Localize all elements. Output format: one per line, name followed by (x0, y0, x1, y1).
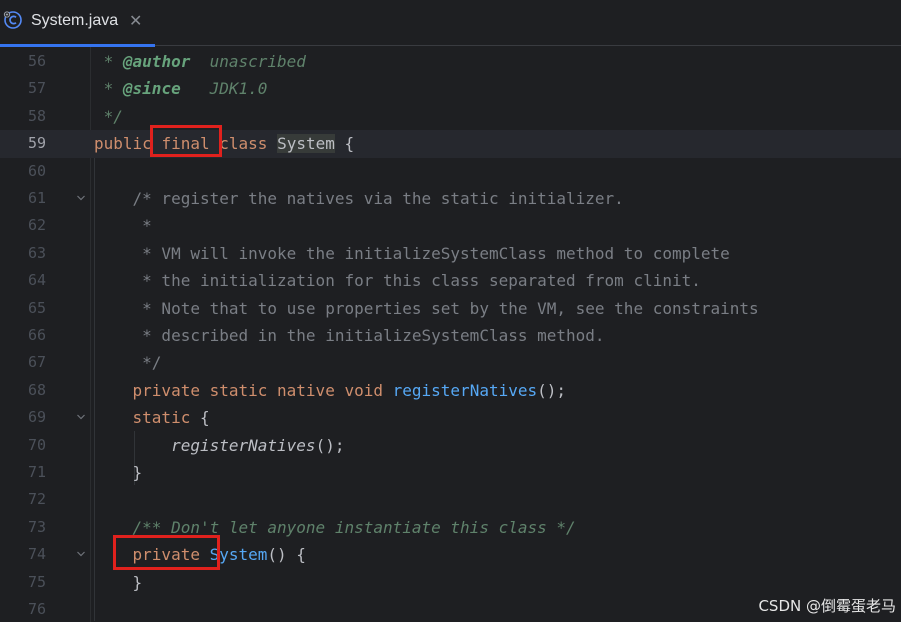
code-line: 72 (0, 486, 901, 513)
code-text: /* register the natives via the static i… (94, 189, 624, 208)
code-line: 60 (0, 158, 901, 185)
code-line: 66 * described in the initializeSystemCl… (0, 322, 901, 349)
line-number: 56 (27, 52, 46, 70)
code-line: 56 * @author unascribed (0, 48, 901, 75)
code-line: 58 */ (0, 103, 901, 130)
code-text: } (132, 572, 143, 592)
line-number: 61 (27, 189, 46, 207)
line-number: 72 (27, 490, 46, 509)
code-text: * (94, 216, 152, 236)
code-line: 71 } (0, 459, 901, 486)
java-class-icon (3, 11, 22, 29)
line-number: 63 (27, 243, 46, 262)
code-line: 57 * @since JDK1.0 (0, 75, 901, 102)
watermark-text: CSDN @倒霉蛋老马 (758, 597, 896, 615)
code-line-current: 59 public final class System { (0, 130, 901, 158)
fold-chevron-icon[interactable] (76, 549, 86, 559)
code-line: 65 * Note that to use properties set by … (0, 295, 901, 322)
code-line: 67 */ (0, 349, 901, 376)
code-text: * Note that to use properties set by the… (94, 298, 759, 318)
close-icon[interactable]: ✕ (129, 11, 142, 30)
code-line: 64 * the initialization for this class s… (0, 267, 901, 294)
line-number: 74 (27, 545, 46, 564)
tab-label: System.java (31, 12, 119, 29)
code-line: 62 * (0, 212, 901, 239)
line-number: 76 (27, 600, 46, 618)
editor-tab-bar: System.java ✕ (0, 0, 901, 47)
code-text: * described in the initializeSystemClass… (94, 326, 605, 345)
line-number: 68 (27, 380, 46, 399)
code-text: * @since JDK1.0 (94, 79, 268, 99)
line-number: 64 (27, 271, 46, 290)
code-text: * the initialization for this class sepa… (94, 271, 701, 291)
line-number: 62 (27, 216, 46, 235)
code-line: 70 registerNatives(); (0, 432, 901, 459)
code-text: * VM will invoke the initializeSystemCla… (94, 243, 730, 263)
code-line: 69 static { (0, 404, 901, 431)
code-text: */ (94, 106, 123, 126)
line-number: 75 (27, 572, 46, 591)
line-number: 58 (27, 106, 46, 125)
tab-system-java[interactable]: System.java ✕ (0, 0, 155, 47)
code-text: */ (94, 353, 162, 373)
fold-chevron-icon[interactable] (76, 412, 86, 422)
code-line: 61 /* register the natives via the stati… (0, 185, 901, 212)
fold-chevron-icon[interactable] (76, 193, 86, 203)
line-number: 70 (27, 435, 46, 454)
line-number: 59 (27, 134, 46, 153)
code-text: static { (132, 408, 210, 428)
code-text: * @author unascribed (94, 52, 306, 71)
ide-window: System.java ✕ 56 * @author unascribed 57… (0, 0, 901, 622)
highlight-box-final (150, 125, 222, 157)
line-number: 66 (27, 326, 46, 344)
code-text: registerNatives(); (171, 435, 345, 455)
code-line: 63 * VM will invoke the initializeSystem… (0, 240, 901, 267)
line-number: 57 (27, 79, 46, 98)
line-number: 60 (27, 161, 46, 180)
code-line: 75 } (0, 569, 901, 596)
line-number: 67 (27, 353, 46, 372)
code-text: public final class System { (94, 134, 355, 154)
code-line: 68 private static native void registerNa… (0, 377, 901, 404)
code-text: } (132, 463, 143, 482)
code-text: private static native void registerNativ… (132, 380, 567, 400)
line-number: 65 (27, 298, 46, 317)
line-number: 69 (27, 408, 46, 427)
highlight-box-private (113, 535, 220, 570)
line-number: 73 (27, 517, 46, 536)
line-number: 71 (27, 463, 46, 481)
code-editor[interactable]: 56 * @author unascribed 57 * @since JDK1… (0, 47, 901, 622)
